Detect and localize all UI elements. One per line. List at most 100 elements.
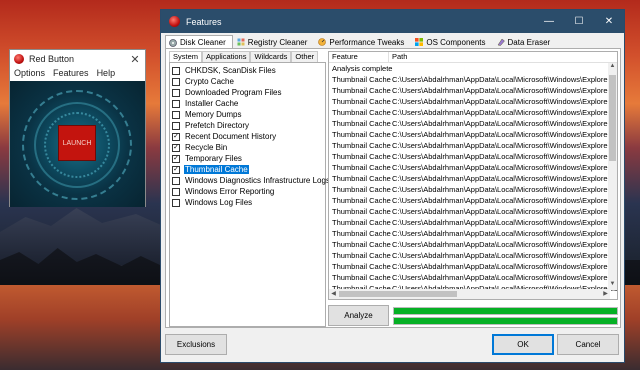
features-app-icon <box>169 16 180 27</box>
analyze-button[interactable]: Analyze <box>328 305 389 326</box>
menu-options[interactable]: Options <box>14 68 45 80</box>
result-row[interactable]: Thumbnail CacheC:\Users\Abdalrhman\AppDa… <box>329 184 617 195</box>
progress-bar <box>393 317 618 325</box>
tab-disk-cleaner[interactable]: Disk Cleaner <box>165 35 233 49</box>
tab-system[interactable]: System <box>169 51 203 62</box>
checkbox[interactable] <box>172 88 180 97</box>
exclusions-button[interactable]: Exclusions <box>165 334 227 355</box>
result-row[interactable]: Thumbnail CacheC:\Users\Abdalrhman\AppDa… <box>329 250 617 261</box>
result-row[interactable]: Thumbnail CacheC:\Users\Abdalrhman\AppDa… <box>329 261 617 272</box>
result-row[interactable]: Thumbnail CacheC:\Users\Abdalrhman\AppDa… <box>329 140 617 151</box>
menu-features[interactable]: Features <box>53 68 89 80</box>
result-row[interactable]: Thumbnail CacheC:\Users\Abdalrhman\AppDa… <box>329 272 617 283</box>
checkbox[interactable]: ✓ <box>172 143 180 152</box>
result-path: C:\Users\Abdalrhman\AppData\Local\Micros… <box>392 218 617 227</box>
checkbox[interactable] <box>172 198 180 207</box>
cleanup-item[interactable]: ✓ Recycle Bin <box>170 142 325 153</box>
result-row[interactable]: Thumbnail CacheC:\Users\Abdalrhman\AppDa… <box>329 96 617 107</box>
result-row[interactable]: Thumbnail CacheC:\Users\Abdalrhman\AppDa… <box>329 195 617 206</box>
close-icon[interactable]: ✕ <box>594 10 624 33</box>
cleanup-item[interactable]: Windows Diagnostics Infrastructure Logs <box>170 175 330 186</box>
result-row[interactable]: Thumbnail CacheC:\Users\Abdalrhman\AppDa… <box>329 151 617 162</box>
checkbox[interactable] <box>172 176 180 185</box>
results-status-row: Analysis complete <box>329 63 617 74</box>
result-row[interactable]: Thumbnail CacheC:\Users\Abdalrhman\AppDa… <box>329 129 617 140</box>
scroll-left-icon[interactable]: ◀ <box>329 289 338 299</box>
checkbox[interactable] <box>172 121 180 130</box>
result-row[interactable]: Thumbnail CacheC:\Users\Abdalrhman\AppDa… <box>329 74 617 85</box>
checkbox[interactable] <box>172 187 180 196</box>
checkbox[interactable] <box>172 99 180 108</box>
scroll-up-icon[interactable]: ▲ <box>608 63 617 72</box>
checkbox[interactable]: ✓ <box>172 154 180 163</box>
result-feature: Thumbnail Cache <box>332 218 391 227</box>
cleanup-item[interactable]: Crypto Cache <box>170 76 325 87</box>
scroll-thumb[interactable] <box>339 291 457 297</box>
cancel-button[interactable]: Cancel <box>557 334 619 355</box>
close-icon[interactable]: ✕ <box>125 53 145 66</box>
progress-bar <box>393 307 618 315</box>
result-row[interactable]: Thumbnail CacheC:\Users\Abdalrhman\AppDa… <box>329 85 617 96</box>
cleanup-item[interactable]: Windows Log Files <box>170 197 325 208</box>
cleanup-item[interactable]: Windows Error Reporting <box>170 186 325 197</box>
result-feature: Thumbnail Cache <box>332 130 391 139</box>
tab-data-eraser[interactable]: Data Eraser <box>493 35 558 49</box>
red-button-hud: LAUNCH <box>10 81 145 207</box>
vertical-scrollbar[interactable]: ▲ ▼ <box>608 63 617 290</box>
cleanup-item[interactable]: Memory Dumps <box>170 109 325 120</box>
cleanup-item-list: CHKDSK, ScanDisk Files Crypto Cache Downlo… <box>169 62 330 327</box>
cleanup-item[interactable]: Installer Cache <box>170 98 325 109</box>
cleanup-item-label: Recycle Bin <box>185 143 228 152</box>
result-path: C:\Users\Abdalrhman\AppData\Local\Micros… <box>392 97 617 106</box>
tab-os-components[interactable]: OS Components <box>411 35 492 49</box>
result-feature: Thumbnail Cache <box>332 86 391 95</box>
result-row[interactable]: Thumbnail CacheC:\Users\Abdalrhman\AppDa… <box>329 162 617 173</box>
tab-label: Disk Cleaner <box>180 38 226 47</box>
ok-button[interactable]: OK <box>492 334 554 355</box>
cleanup-item-label: Memory Dumps <box>185 110 242 119</box>
scroll-thumb[interactable] <box>609 75 616 161</box>
tab-label: Data Eraser <box>507 37 551 47</box>
cleanup-item[interactable]: ✓ Temporary Files <box>170 153 325 164</box>
column-path[interactable]: Path <box>389 52 617 62</box>
result-path: C:\Users\Abdalrhman\AppData\Local\Micros… <box>392 75 617 84</box>
result-path: C:\Users\Abdalrhman\AppData\Local\Micros… <box>392 86 617 95</box>
result-row[interactable]: Thumbnail CacheC:\Users\Abdalrhman\AppDa… <box>329 206 617 217</box>
cleanup-item[interactable]: Prefetch Directory <box>170 120 325 131</box>
result-row[interactable]: Thumbnail CacheC:\Users\Abdalrhman\AppDa… <box>329 228 617 239</box>
red-button-window: Red Button ✕ Options Features Help LAUNC… <box>9 49 146 207</box>
checkbox[interactable] <box>172 110 180 119</box>
result-row[interactable]: Thumbnail CacheC:\Users\Abdalrhman\AppDa… <box>329 118 617 129</box>
launch-button[interactable]: LAUNCH <box>58 125 96 161</box>
checkbox[interactable] <box>172 66 180 75</box>
result-row[interactable]: Thumbnail CacheC:\Users\Abdalrhman\AppDa… <box>329 239 617 250</box>
result-row[interactable]: Thumbnail CacheC:\Users\Abdalrhman\AppDa… <box>329 173 617 184</box>
result-row[interactable]: Thumbnail CacheC:\Users\Abdalrhman\AppDa… <box>329 107 617 118</box>
checkbox[interactable]: ✓ <box>172 132 180 141</box>
result-path: C:\Users\Abdalrhman\AppData\Local\Micros… <box>392 141 617 150</box>
horizontal-scrollbar[interactable]: ◀ ▶ <box>329 289 610 299</box>
cleanup-item[interactable]: Downloaded Program Files <box>170 87 325 98</box>
minimize-icon[interactable]: — <box>534 10 564 33</box>
tab-applications[interactable]: Applications <box>202 51 251 62</box>
cleanup-item[interactable]: ✓ Thumbnail Cache <box>170 164 325 175</box>
results-list: Feature Path Analysis complete Thumbnail… <box>328 51 618 300</box>
tab-performance-tweaks[interactable]: Performance Tweaks <box>314 35 411 49</box>
checkbox[interactable] <box>172 77 180 86</box>
cleanup-item[interactable]: CHKDSK, ScanDisk Files <box>170 65 325 76</box>
tab-wildcards[interactable]: Wildcards <box>250 51 292 62</box>
scroll-right-icon[interactable]: ▶ <box>601 289 610 299</box>
checkbox[interactable]: ✓ <box>172 165 180 174</box>
tab-other[interactable]: Other <box>291 51 319 62</box>
cleanup-item[interactable]: ✓ Recent Document History <box>170 131 325 142</box>
red-button-menubar: Options Features Help <box>10 68 145 80</box>
cleanup-item-label: Installer Cache <box>185 99 239 108</box>
result-row[interactable]: Thumbnail CacheC:\Users\Abdalrhman\AppDa… <box>329 217 617 228</box>
tab-registry-cleaner[interactable]: Registry Cleaner <box>233 35 315 49</box>
column-feature[interactable]: Feature <box>329 52 389 62</box>
result-path: C:\Users\Abdalrhman\AppData\Local\Micros… <box>392 207 617 216</box>
maximize-icon[interactable]: ☐ <box>564 10 594 33</box>
cleanup-item-label: Windows Log Files <box>185 198 253 207</box>
features-title: Features <box>186 16 222 27</box>
menu-help[interactable]: Help <box>97 68 116 80</box>
